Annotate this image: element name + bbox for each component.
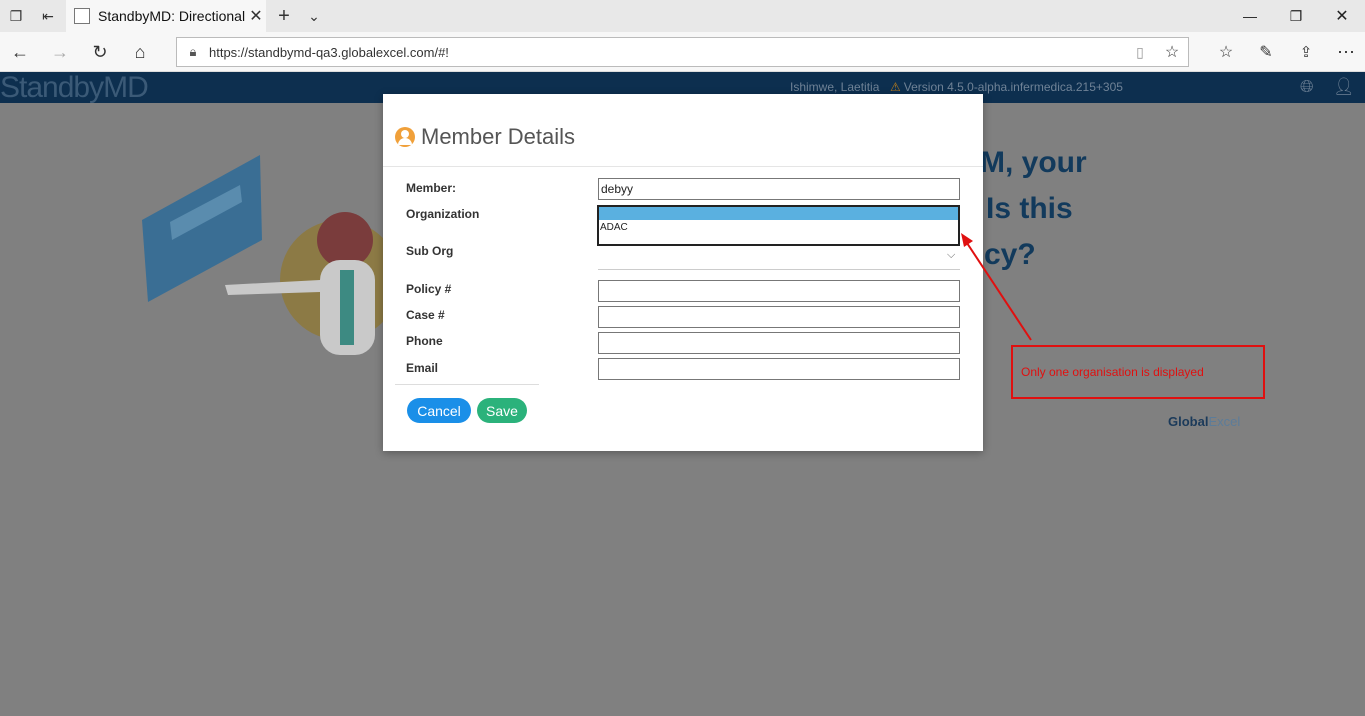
- divider: [383, 166, 983, 167]
- policy-label: Policy #: [406, 282, 452, 296]
- organization-option-blank[interactable]: [599, 207, 958, 220]
- email-label: Email: [406, 361, 439, 375]
- logo-global-text: Global: [1168, 414, 1209, 429]
- warning-icon: ⚠: [890, 80, 901, 94]
- share-icon[interactable]: ⇪: [1290, 36, 1322, 68]
- organization-label: Organization: [406, 207, 480, 221]
- refresh-icon[interactable]: ↻: [84, 36, 116, 68]
- pen-icon[interactable]: ✎: [1250, 36, 1282, 68]
- address-bar[interactable]: 🔒︎ https://standbymd-qa3.globalexcel.com…: [176, 37, 1189, 67]
- member-label: Member:: [406, 181, 457, 195]
- policy-input[interactable]: [598, 280, 960, 302]
- annotation-callout: Only one organisation is displayed: [1011, 345, 1265, 399]
- set-aside-tabs-icon[interactable]: ⇤: [32, 0, 64, 32]
- more-icon[interactable]: ⋯: [1330, 36, 1362, 68]
- version-text: Version 4.5.0-alpha.infermedica.215+305: [903, 80, 1123, 94]
- globe-icon[interactable]: 🌐︎: [1300, 77, 1314, 97]
- sub-org-label: Sub Org: [406, 244, 454, 258]
- globalexcel-logo: GlobalExcel: [1168, 414, 1240, 429]
- close-tab-icon[interactable]: ✕: [246, 6, 266, 26]
- browser-tab[interactable]: StandbyMD: Directional ✕: [66, 0, 266, 32]
- phone-label: Phone: [406, 334, 443, 348]
- organization-option-adac[interactable]: ADAC: [599, 220, 958, 235]
- back-icon[interactable]: ←: [4, 36, 36, 68]
- modal-title: Member Details: [395, 124, 575, 150]
- doctor-illustration: [142, 155, 390, 355]
- user-circle-icon: [395, 127, 415, 147]
- home-icon[interactable]: ⌂: [124, 36, 156, 68]
- profile-icon[interactable]: 👤︎: [1333, 77, 1355, 97]
- new-tab-icon[interactable]: +: [268, 0, 300, 32]
- member-details-modal: Member Details Member: debyy Organizatio…: [383, 94, 983, 451]
- lock-icon: 🔒︎: [189, 44, 197, 59]
- bg-heading-line1: M, your: [980, 146, 1087, 179]
- case-label: Case #: [406, 308, 445, 322]
- browser-tab-bar: ❐ ⇤ StandbyMD: Directional ✕ + ⌄ — ❐ ✕: [0, 0, 1365, 32]
- bg-heading-line2: Is this: [986, 192, 1073, 225]
- button-divider: [395, 384, 539, 385]
- favicon-icon: [74, 8, 90, 24]
- tab-title: StandbyMD: Directional: [98, 8, 246, 24]
- cancel-button[interactable]: Cancel: [407, 398, 471, 423]
- organization-dropdown-list[interactable]: ADAC: [597, 205, 960, 246]
- member-input[interactable]: debyy: [598, 178, 960, 200]
- logo-excel-text: Excel: [1208, 414, 1241, 429]
- case-input[interactable]: [598, 306, 960, 328]
- phone-input[interactable]: [598, 332, 960, 354]
- browser-nav-bar: ← → ↻ ⌂ 🔒︎ https://standbymd-qa3.globale…: [0, 32, 1365, 72]
- version-info: ⚠ Version 4.5.0-alpha.infermedica.215+305: [890, 80, 1123, 94]
- close-window-icon[interactable]: ✕: [1319, 0, 1365, 32]
- favorites-icon[interactable]: ☆: [1210, 36, 1242, 68]
- annotation-arrow: [961, 233, 1032, 341]
- email-input[interactable]: [598, 358, 960, 380]
- tab-manager-icon[interactable]: ❐: [0, 0, 32, 32]
- url-text[interactable]: https://standbymd-qa3.globalexcel.com/#!: [209, 45, 1124, 60]
- favorite-star-icon[interactable]: ☆: [1156, 42, 1188, 62]
- user-name: Ishimwe, Laetitia: [790, 80, 880, 94]
- modal-title-text: Member Details: [421, 124, 576, 149]
- app-logo: StandbyMD: [0, 71, 149, 104]
- restore-icon[interactable]: ❐: [1273, 0, 1319, 32]
- reading-view-icon[interactable]: ▯: [1124, 44, 1156, 61]
- tab-list-chevron-icon[interactable]: ⌄: [298, 0, 330, 32]
- forward-icon[interactable]: →: [44, 36, 76, 68]
- save-button[interactable]: Save: [477, 398, 527, 423]
- sub-org-select[interactable]: [598, 269, 960, 270]
- minimize-icon[interactable]: —: [1227, 0, 1273, 32]
